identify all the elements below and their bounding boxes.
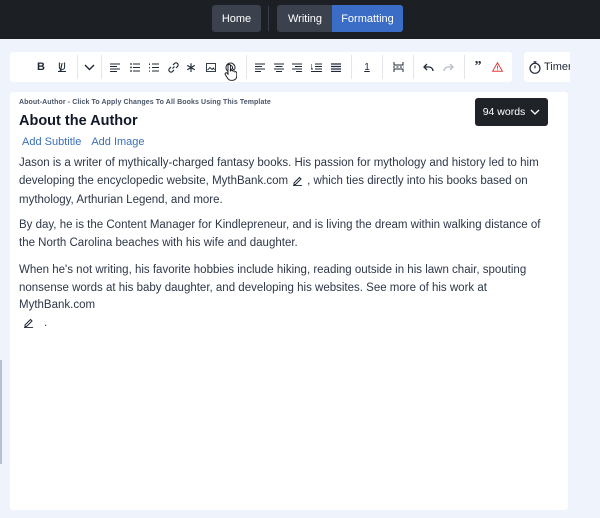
align-center-icon[interactable]: [270, 52, 288, 82]
pencil-icon[interactable]: [292, 175, 303, 193]
word-count-label: 94 words: [482, 106, 526, 118]
quote-icon[interactable]: ”: [469, 52, 487, 82]
underline-button[interactable]: U: [53, 52, 71, 82]
toolbar-divider: [413, 55, 414, 79]
add-subtitle-link[interactable]: Add Subtitle: [22, 136, 81, 148]
align-left-icon[interactable]: [251, 52, 269, 82]
warning-icon[interactable]: [488, 52, 506, 82]
nav-divider: [268, 6, 269, 31]
toolbar-divider: [77, 55, 78, 79]
image-icon[interactable]: [202, 52, 220, 82]
align-right-icon[interactable]: [288, 52, 306, 82]
align-justify-icon[interactable]: [327, 52, 345, 82]
timer-button[interactable]: Timer: [524, 52, 570, 82]
paragraph-1[interactable]: Jason is a writer of mythically-charged …: [19, 155, 553, 210]
toolbar-divider: [351, 55, 352, 79]
chevron-down-icon[interactable]: [80, 52, 98, 82]
footnote-button[interactable]: 1: [358, 52, 376, 82]
redo-icon[interactable]: [439, 52, 457, 82]
top-nav-bar: Home Writing Formatting: [0, 0, 600, 39]
chevron-down-icon: [530, 109, 540, 115]
paragraph-align-icon[interactable]: [106, 52, 124, 82]
bullet-list-icon[interactable]: [126, 52, 144, 82]
stopwatch-icon: [529, 60, 541, 74]
add-image-link[interactable]: Add Image: [91, 136, 144, 148]
paragraph-2[interactable]: By day, he is the Content Manager for Ki…: [19, 217, 553, 252]
paragraph-3[interactable]: When he's not writing, his favorite hobb…: [19, 262, 553, 334]
word-count-dropdown[interactable]: 94 words: [475, 98, 548, 126]
toolbar-divider: [382, 55, 383, 79]
left-edge-accent: [0, 360, 2, 464]
undo-icon[interactable]: [419, 52, 437, 82]
formatting-tab[interactable]: Formatting: [332, 5, 403, 32]
page-title[interactable]: About the Author: [19, 113, 138, 129]
editor-toolbar: B I U ∗ 1 ”: [10, 52, 512, 82]
link-icon[interactable]: [164, 52, 182, 82]
writing-tab[interactable]: Writing: [278, 5, 332, 32]
indent-icon[interactable]: [307, 52, 325, 82]
toolbar-divider: [464, 55, 465, 79]
hand-cursor-icon: [224, 64, 237, 81]
numbered-list-icon[interactable]: [145, 52, 163, 82]
toolbar-divider: [246, 55, 247, 79]
timer-label: Timer: [544, 61, 570, 73]
title-actions: Add Subtitle Add Image: [22, 136, 145, 148]
home-button[interactable]: Home: [212, 5, 261, 32]
asterisk-icon[interactable]: ∗: [182, 52, 200, 82]
paragraph-3-period: .: [44, 316, 48, 329]
template-note[interactable]: About-Author - Click To Apply Changes To…: [19, 99, 271, 106]
bold-button[interactable]: B: [32, 52, 50, 82]
pencil-icon[interactable]: [23, 317, 34, 335]
paragraph-3-text: When he's not writing, his favorite hobb…: [19, 264, 527, 311]
toolbar-divider: [101, 55, 102, 79]
page-break-icon[interactable]: [389, 52, 407, 82]
